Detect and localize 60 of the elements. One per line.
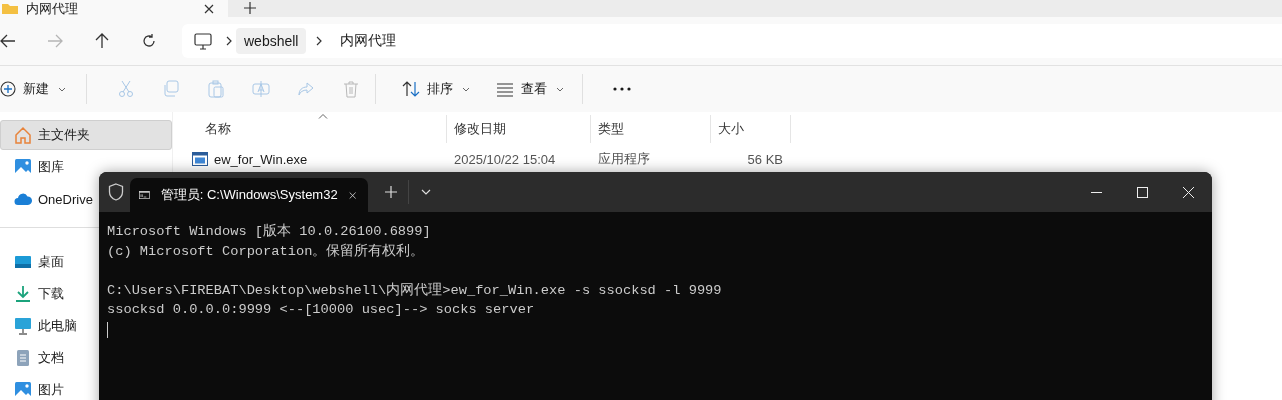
breadcrumb-item[interactable]: webshell: [236, 28, 307, 54]
text-cursor: [107, 321, 108, 338]
sidebar-item[interactable]: 桌面: [0, 247, 70, 277]
table-cell-text: 应用程序: [597, 150, 651, 168]
close-icon[interactable]: [348, 189, 356, 201]
refresh-icon[interactable]: [141, 33, 157, 49]
new-tab-icon[interactable]: [244, 2, 256, 14]
caret-icon: [462, 86, 470, 92]
column-header[interactable]: 类型: [591, 115, 711, 143]
sidebar-item[interactable]: OneDrive: [0, 184, 99, 214]
tab-title: 内网代理: [26, 0, 79, 18]
sidebar-item[interactable]: 文档: [0, 343, 70, 373]
sidebar-item[interactable]: 主文件夹: [0, 120, 172, 150]
monitor-icon: [14, 317, 32, 335]
view-button[interactable]: 查看: [496, 76, 564, 102]
caret-icon: [58, 86, 66, 92]
chevron-icon[interactable]: [226, 36, 232, 46]
shield-icon: [108, 183, 124, 201]
dropdown-caret-icon[interactable]: [421, 189, 431, 195]
sort-arrows-icon: [402, 81, 420, 97]
file-name[interactable]: ew_for_Win.exe: [173, 151, 447, 167]
column-header[interactable]: 大小: [711, 115, 791, 143]
tab-title: 管理员: C:\Windows\System32: [160, 186, 338, 204]
caret-icon: [556, 86, 564, 92]
table-cell-text: 2025/10/22 15:04: [453, 151, 557, 167]
sort-button[interactable]: 排序: [402, 76, 470, 102]
sidebar-item[interactable]: 此电脑: [0, 311, 83, 341]
house-icon: [14, 126, 32, 144]
image-icon: [14, 158, 32, 176]
monitor-icon: [194, 32, 212, 50]
download-icon: [14, 285, 32, 303]
plus-circle-icon: [0, 81, 16, 97]
column-header[interactable]: 修改日期: [447, 115, 591, 143]
breadcrumb-item[interactable]: 内网代理: [332, 27, 405, 55]
lines-icon: [496, 81, 514, 97]
up-arrow-icon[interactable]: [94, 33, 110, 49]
console-line: ssocksd 0.0.0.0:9999 <--[10000 usec]--> socks server: [107, 301, 536, 319]
table-cell-text: 56 KB: [746, 151, 784, 167]
sidebar-item[interactable]: 图片: [0, 375, 70, 400]
column-header[interactable]: 名称: [173, 115, 447, 143]
program-icon: [192, 152, 208, 166]
terminal-tab[interactable]: 管理员: C:\Windows\System32: [130, 178, 368, 212]
folder-icon: [2, 3, 18, 14]
console-line: C:\Users\FIREBAT\Desktop\webshell\内网代理>ew_for_Win.exe -s ssocksd -l 9999: [107, 281, 723, 300]
close-icon[interactable]: [204, 3, 214, 14]
more-icon[interactable]: [613, 87, 631, 91]
sidebar-item[interactable]: 下载: [0, 279, 70, 309]
console-line: (c) Microsoft Corporation。保留所有权利。: [107, 242, 426, 261]
new-button[interactable]: 新建: [0, 76, 66, 102]
address-bar[interactable]: webshell 内网代理: [182, 24, 1282, 58]
console-icon: [139, 189, 150, 201]
back-arrow-icon[interactable]: [0, 33, 16, 49]
desktop-icon: [14, 253, 32, 271]
explorer-tab[interactable]: 内网代理: [0, 0, 228, 17]
console-line: Microsoft Windows [版本 10.0.26100.6899]: [107, 222, 432, 241]
sort-caret-icon: [318, 114, 328, 119]
maximize-icon[interactable]: [1137, 186, 1148, 198]
sidebar-item[interactable]: 图库: [0, 152, 70, 182]
document-icon: [14, 349, 32, 367]
chevron-icon[interactable]: [316, 36, 323, 46]
